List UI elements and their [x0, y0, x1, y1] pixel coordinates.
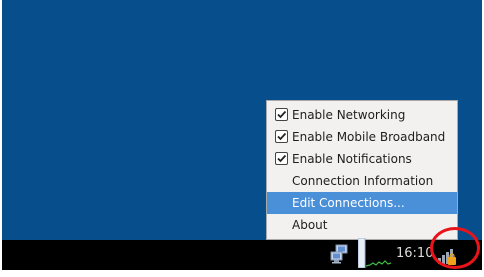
menu-item-label: Edit Connections...	[292, 196, 405, 210]
taskbar-clock[interactable]: 16:10	[396, 245, 433, 263]
menu-item-edit-connections[interactable]: Edit Connections...	[267, 192, 457, 214]
menu-item-label: About	[292, 218, 328, 232]
menu-item-enable-notifications[interactable]: Enable Notifications	[267, 148, 457, 170]
menu-item-connection-information[interactable]: Connection Information	[267, 170, 457, 192]
menu-item-enable-mobile-broadband[interactable]: Enable Mobile Broadband	[267, 126, 457, 148]
menu-item-enable-networking[interactable]: Enable Networking	[267, 104, 457, 126]
menu-item-label: Enable Networking	[292, 108, 406, 122]
checkbox-icon	[275, 152, 288, 165]
menu-item-label: Enable Mobile Broadband	[292, 130, 446, 144]
network-manager-tray-icon[interactable]	[436, 245, 458, 267]
network-computers-icon[interactable]	[330, 244, 348, 264]
cpu-monitor-graph[interactable]	[358, 238, 392, 268]
menu-item-label: Enable Notifications	[292, 152, 412, 166]
menu-item-about[interactable]: About	[267, 214, 457, 236]
screen-bottom-border	[0, 270, 484, 277]
menu-item-label: Connection Information	[292, 174, 434, 188]
checkbox-icon	[275, 108, 288, 121]
network-context-menu: Enable Networking Enable Mobile Broadban…	[266, 100, 458, 240]
checkbox-icon	[275, 130, 288, 143]
